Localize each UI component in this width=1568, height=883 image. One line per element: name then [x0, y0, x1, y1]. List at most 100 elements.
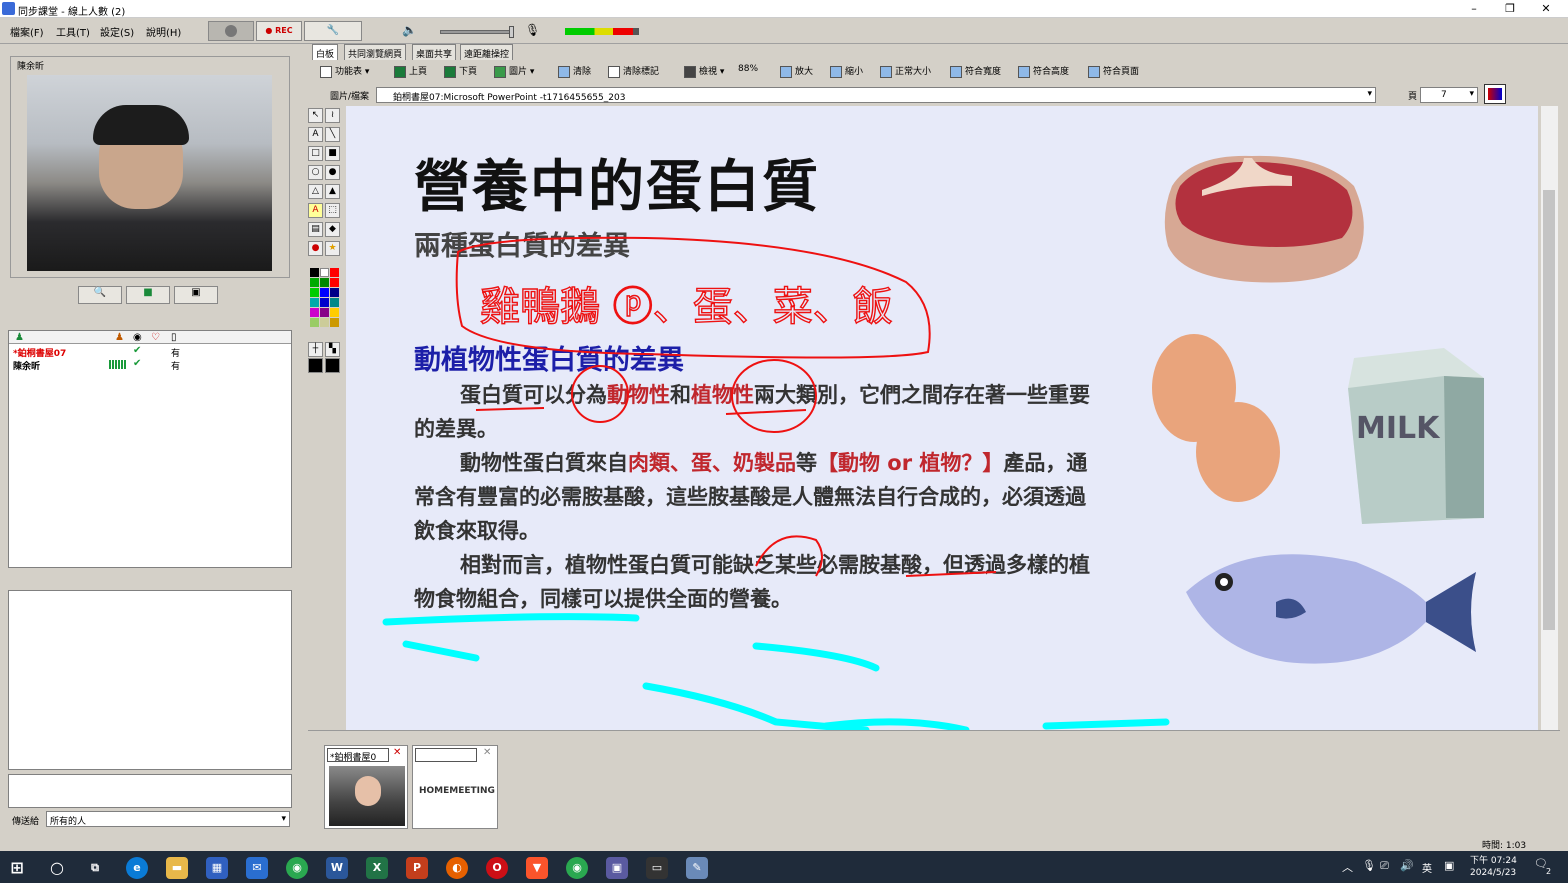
line-thick-tool[interactable]: ▚ — [325, 342, 340, 357]
tray-chevron-icon[interactable]: ︿ — [1342, 859, 1353, 875]
pointer-tool[interactable]: ↖ — [308, 108, 323, 123]
network-icon[interactable]: ⎚ — [1380, 859, 1389, 873]
mail-icon[interactable]: ✉ — [246, 857, 268, 879]
ime-indicator[interactable]: 英 — [1422, 860, 1432, 875]
microphone-icon[interactable]: 🎙 — [525, 23, 540, 37]
fit-width-button[interactable]: 符合寬度 — [950, 64, 1001, 78]
video-tile[interactable]: *鉑桐書屋0 ✕ — [324, 745, 408, 829]
line-thin-tool[interactable]: ┼ — [308, 342, 323, 357]
freehand-tool[interactable]: ≀ — [325, 108, 340, 123]
record-button[interactable]: ● REC — [256, 21, 302, 41]
page-select[interactable]: 7 ▾ — [1420, 87, 1478, 103]
menu-help[interactable]: 說明(H) — [146, 24, 181, 39]
video-user-select-2[interactable] — [415, 748, 477, 762]
filled-ellipse-tool[interactable]: ● — [325, 165, 340, 180]
snapshot-button[interactable]: ▣ — [174, 286, 218, 304]
menu-tools[interactable]: 工具(T) — [56, 24, 90, 39]
tab-cobrowse[interactable]: 共同瀏覽網頁 — [344, 44, 407, 60]
search-icon[interactable]: ○ — [46, 857, 68, 879]
clear-marks-button[interactable]: 清除標記 — [608, 64, 659, 78]
edge-icon[interactable]: e — [126, 857, 148, 879]
word-icon[interactable]: W — [326, 857, 348, 879]
zoom-in-button[interactable]: 放大 — [780, 64, 813, 78]
slide-scrollbar[interactable] — [1541, 106, 1558, 730]
zoom-out-button[interactable]: 縮小 — [830, 64, 863, 78]
polygon-tool[interactable]: △ — [308, 184, 323, 199]
minimize-button[interactable]: – — [1458, 0, 1490, 18]
camera-search-button[interactable]: 🔍 — [78, 286, 122, 304]
rectangle-tool[interactable]: □ — [308, 146, 323, 161]
homemeeting-app-icon[interactable]: ▣ — [606, 857, 628, 879]
close-button[interactable]: ✕ — [1530, 0, 1562, 18]
chrome-icon[interactable]: ◉ — [286, 857, 308, 879]
filled-polygon-tool[interactable]: ▲ — [325, 184, 340, 199]
clock-time[interactable]: 下午 07:24 — [1470, 853, 1517, 866]
fill-tool[interactable]: ◆ — [325, 222, 340, 237]
close-icon[interactable]: ✕ — [483, 747, 491, 758]
task-view-icon[interactable]: ⧉ — [84, 857, 106, 879]
send-to-select[interactable]: 所有的人 ▾ — [46, 811, 290, 827]
tab-whiteboard[interactable]: 白板 — [312, 44, 339, 60]
color-palette[interactable] — [310, 268, 340, 332]
text-tool[interactable]: A — [308, 127, 323, 142]
firefox-icon[interactable]: ◐ — [446, 857, 468, 879]
video-user-select[interactable]: *鉑桐書屋0 — [327, 748, 389, 762]
windows-start-icon[interactable]: ⊞ — [6, 857, 28, 879]
tab-remote-control[interactable]: 遠距離操控 — [460, 44, 514, 60]
paint-icon[interactable]: ✎ — [686, 857, 708, 879]
function-menu-button[interactable]: 功能表 ▾ — [320, 64, 369, 78]
volume-thumb[interactable] — [509, 26, 514, 38]
store-icon[interactable]: ▦ — [206, 857, 228, 879]
table-row[interactable]: *鉑桐書屋07 ✔ 有 — [11, 345, 289, 359]
image-insert-tool[interactable]: ▤ — [308, 222, 323, 237]
maximize-button[interactable]: ❐ — [1494, 0, 1526, 18]
line-width-b[interactable] — [325, 358, 340, 373]
file-select[interactable]: 鉑桐書屋07:Microsoft PowerPoint -t1716455655… — [376, 87, 1376, 103]
prev-page-button[interactable]: 上頁 — [394, 64, 427, 78]
star-icon[interactable]: ★ — [325, 241, 340, 256]
volume-slider[interactable] — [440, 26, 514, 38]
next-page-button[interactable]: 下頁 — [444, 64, 477, 78]
excel-icon[interactable]: X — [366, 857, 388, 879]
users-view-button[interactable]: ■ — [126, 286, 170, 304]
highlighter-tool[interactable]: A — [308, 203, 323, 218]
filled-rectangle-tool[interactable]: ■ — [325, 146, 340, 161]
clock-date[interactable]: 2024/5/23 — [1470, 868, 1516, 878]
chrome-icon-2[interactable]: ◉ — [566, 857, 588, 879]
menu-settings[interactable]: 設定(S) — [100, 24, 134, 39]
chat-input[interactable] — [8, 774, 292, 808]
close-icon[interactable]: ✕ — [393, 747, 401, 758]
select-area-tool[interactable]: ⬚ — [325, 203, 340, 218]
clear-button[interactable]: 清除 — [558, 64, 591, 78]
powerpoint-icon[interactable]: P — [406, 857, 428, 879]
speaker-icon[interactable]: 🔈 — [402, 23, 417, 37]
view-button[interactable]: 檢視 ▾ — [684, 64, 724, 78]
normal-size-button[interactable]: 正常大小 — [880, 64, 931, 78]
fit-height-button[interactable]: 符合高度 — [1018, 64, 1069, 78]
menu-file[interactable]: 檔案(F) — [10, 24, 44, 39]
volume-icon[interactable]: 🔊 — [1400, 859, 1414, 872]
table-row[interactable]: 陳余昕 ✔ 有 — [11, 358, 289, 372]
file-explorer-icon[interactable]: ▬ — [166, 857, 188, 879]
eraser-icon — [558, 65, 570, 78]
line-width-a[interactable] — [308, 358, 323, 373]
zoom-value[interactable]: 88% — [738, 64, 758, 74]
opera-icon[interactable]: O — [486, 857, 508, 879]
ellipse-tool[interactable]: ○ — [308, 165, 323, 180]
brave-icon[interactable]: ▼ — [526, 857, 548, 879]
homemeeting-logo: HOMEMEETING — [419, 786, 495, 796]
tray-mic-icon[interactable]: 🎙 — [1362, 859, 1376, 872]
whiteboard-slide[interactable]: 營養中的蛋白質 兩種蛋白質的差異 動植物性蛋白質的差異 蛋白質可以分為動物性和植… — [346, 106, 1538, 730]
apple-icon[interactable]: ● — [308, 241, 323, 256]
tab-desktop-share[interactable]: 桌面共享 — [412, 44, 457, 60]
fit-page-button[interactable]: 符合頁面 — [1088, 64, 1139, 78]
ime-mode-icon[interactable]: ▣ — [1444, 859, 1454, 872]
video-tile-2[interactable]: ✕ HOMEMEETING — [412, 745, 498, 829]
scrollbar-thumb[interactable] — [1543, 190, 1555, 630]
wrench-button[interactable]: 🔧 — [304, 21, 362, 41]
image-button[interactable]: 圖片 ▾ — [494, 64, 534, 78]
window-app-icon[interactable]: ▭ — [646, 857, 668, 879]
color-picker-button[interactable] — [1484, 84, 1506, 104]
line-tool[interactable]: ╲ — [325, 127, 340, 142]
hand-raise-button[interactable] — [208, 21, 254, 41]
